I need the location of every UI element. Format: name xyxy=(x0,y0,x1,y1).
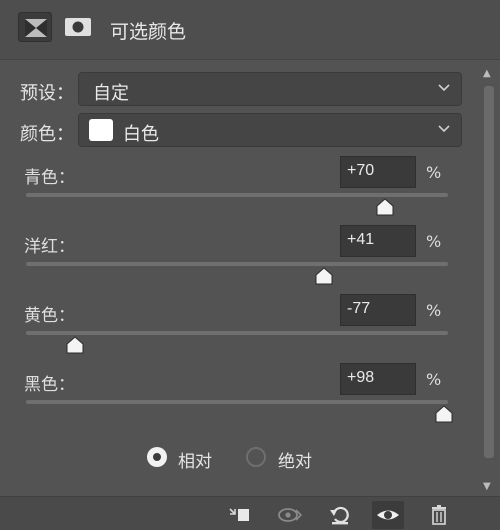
view-previous-icon[interactable] xyxy=(274,501,306,529)
relative-radio[interactable] xyxy=(147,447,167,467)
panel-title: 可选颜色 xyxy=(110,21,187,43)
cyan-value-input[interactable]: +70 xyxy=(340,156,416,188)
delete-trash-icon[interactable] xyxy=(423,501,455,529)
visibility-eye-icon[interactable] xyxy=(372,501,404,529)
properties-panel: 可选颜色 预设： 自定 颜色： 白色 青色： +70 % 洋红： +41 % 黄… xyxy=(0,0,500,530)
preset-dropdown[interactable]: 自定 xyxy=(78,72,462,106)
black-slider-track[interactable] xyxy=(26,400,448,404)
mask-icon[interactable] xyxy=(62,12,96,42)
black-percent-unit: % xyxy=(426,370,442,389)
black-slider-thumb[interactable] xyxy=(434,405,454,423)
colors-dropdown[interactable]: 白色 xyxy=(78,113,462,147)
yellow-slider-thumb[interactable] xyxy=(65,336,85,354)
absolute-radio-label[interactable]: 绝对 xyxy=(278,447,312,472)
color-swatch xyxy=(89,119,113,141)
black-label: 黑色： xyxy=(24,375,75,395)
cyan-slider-thumb[interactable] xyxy=(375,198,395,216)
relative-radio-label[interactable]: 相对 xyxy=(178,447,212,472)
panel-header: 可选颜色 xyxy=(0,0,500,60)
panel-footer xyxy=(0,496,500,530)
panel-scrollbar[interactable]: ▲ ▼ xyxy=(480,62,498,492)
yellow-value-input[interactable]: -77 xyxy=(340,294,416,326)
cyan-slider-track[interactable] xyxy=(26,193,448,197)
magenta-percent-unit: % xyxy=(426,232,442,251)
colors-value: 白色 xyxy=(123,124,159,145)
chevron-down-icon xyxy=(437,121,451,135)
magenta-slider-track[interactable] xyxy=(26,262,448,266)
colors-label: 颜色： xyxy=(20,124,74,145)
chevron-down-icon xyxy=(437,80,451,94)
preset-label: 预设： xyxy=(20,83,74,104)
scroll-down-arrow-icon[interactable]: ▼ xyxy=(483,481,491,492)
cyan-percent-unit: % xyxy=(426,163,442,182)
absolute-radio[interactable] xyxy=(246,447,266,467)
scrollbar-thumb[interactable] xyxy=(484,86,494,458)
magenta-slider-thumb[interactable] xyxy=(314,267,334,285)
magenta-value-input[interactable]: +41 xyxy=(340,225,416,257)
preset-value: 自定 xyxy=(93,83,129,104)
scroll-up-arrow-icon[interactable]: ▲ xyxy=(483,68,491,79)
magenta-label: 洋红： xyxy=(24,237,75,257)
yellow-label: 黄色： xyxy=(24,306,75,326)
yellow-percent-unit: % xyxy=(426,301,442,320)
cyan-label: 青色： xyxy=(24,168,75,188)
reset-icon[interactable] xyxy=(324,501,356,529)
clip-to-layer-icon[interactable] xyxy=(224,501,256,529)
adjustment-icon[interactable] xyxy=(18,12,52,42)
yellow-slider-track[interactable] xyxy=(26,331,448,335)
black-value-input[interactable]: +98 xyxy=(340,363,416,395)
